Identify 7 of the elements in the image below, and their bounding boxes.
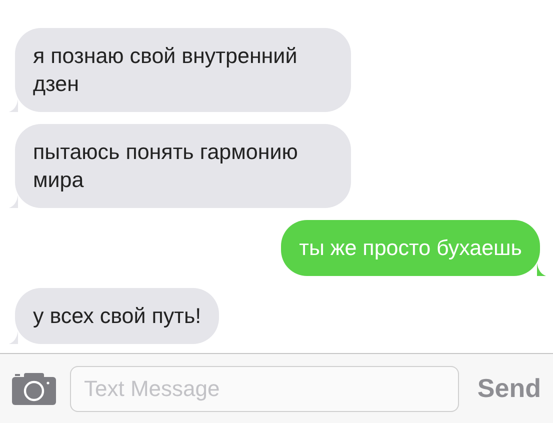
camera-icon[interactable] [12,372,56,404]
bubble-tail [537,263,546,276]
bubble-tail [9,99,18,112]
send-button[interactable]: Send [473,373,545,404]
bubble-tail [9,331,18,344]
bubble-tail [9,195,18,208]
message-field[interactable]: Text Message [70,366,460,412]
